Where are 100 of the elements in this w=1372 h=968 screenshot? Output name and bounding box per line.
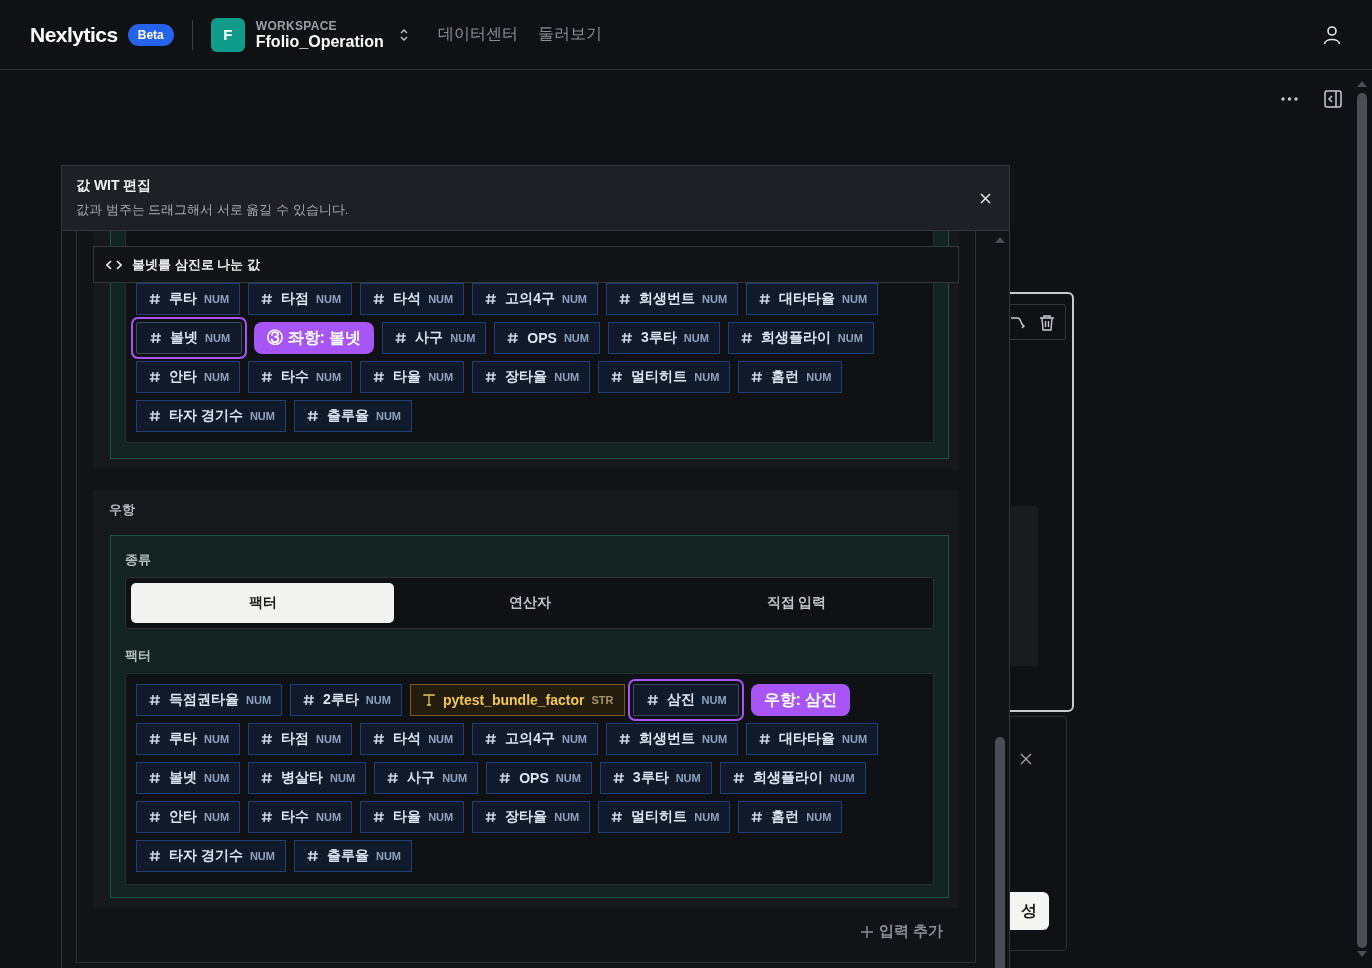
field-chip[interactable]: 멀티히트 NUM xyxy=(598,801,731,833)
beta-badge: Beta xyxy=(127,23,174,46)
hash-icon xyxy=(387,772,400,784)
hash-icon xyxy=(646,694,659,706)
field-chip[interactable]: 타율 NUM xyxy=(360,361,465,393)
nav-link[interactable]: 데이터센터 xyxy=(437,24,518,45)
field-chip[interactable]: 타석 NUM xyxy=(360,283,465,315)
field-chip[interactable]: 타석 NUM xyxy=(360,723,465,755)
field-chip[interactable]: 타점 NUM xyxy=(248,723,353,755)
field-chip[interactable]: 3루타 NUM xyxy=(599,762,712,794)
hash-icon xyxy=(611,371,624,383)
field-chip[interactable]: 장타율 NUM xyxy=(472,801,591,833)
field-chip[interactable]: 장타율 NUM xyxy=(472,361,591,393)
field-chip[interactable]: 고의4구 NUM xyxy=(472,283,599,315)
field-chip[interactable]: 볼넷 NUM xyxy=(136,762,241,794)
field-chip[interactable]: pytest_bundle_factor STR xyxy=(409,684,625,716)
field-chip[interactable]: 고의4구 NUM xyxy=(472,723,599,755)
hash-icon xyxy=(507,332,520,344)
field-chip[interactable]: 3루타 NUM xyxy=(608,322,720,354)
field-chip[interactable]: OPS NUM xyxy=(486,762,592,794)
hash-icon xyxy=(373,733,386,745)
field-chip[interactable]: 2루타 NUM xyxy=(290,684,402,716)
field-chip[interactable]: 대타타율 NUM xyxy=(746,283,879,315)
hash-icon xyxy=(499,772,512,784)
hash-icon xyxy=(485,293,498,305)
hash-icon xyxy=(373,371,386,383)
hash-icon xyxy=(149,694,161,706)
hash-icon xyxy=(485,733,498,745)
close-icon xyxy=(980,192,991,204)
hash-icon xyxy=(261,733,274,745)
dialog-title: 값 WIT 편집 xyxy=(76,177,153,195)
dialog-subtitle: 값과 범주는 드래그해서 서로 옮길 수 있습니다. xyxy=(76,201,350,219)
hash-icon xyxy=(149,811,161,823)
segment-tab[interactable]: 직접 입력 xyxy=(665,583,928,623)
hash-icon xyxy=(149,371,161,383)
selection-badge: 우항: 삼진 xyxy=(750,684,851,716)
field-chip[interactable]: 타점 NUM xyxy=(248,283,353,315)
field-chip[interactable]: 출루율 NUM xyxy=(293,400,412,432)
text-type-icon xyxy=(422,694,435,706)
field-chip[interactable]: 희생번트 NUM xyxy=(606,283,739,315)
field-chip[interactable]: 타수 NUM xyxy=(248,361,353,393)
hash-icon xyxy=(261,772,274,784)
hash-icon xyxy=(751,371,764,383)
field-chip[interactable]: 득점권타율 NUM xyxy=(136,684,283,716)
add-input-button[interactable]: 입력 추가 xyxy=(854,921,949,942)
hash-icon xyxy=(149,733,161,745)
field-chip[interactable]: 홈런 NUM xyxy=(738,801,843,833)
hash-icon xyxy=(373,811,386,823)
hash-icon xyxy=(759,293,772,305)
field-chip[interactable]: 타자 경기수 NUM xyxy=(136,840,286,872)
more-button[interactable] xyxy=(1281,97,1298,101)
hash-icon xyxy=(611,811,624,823)
field-chip[interactable]: OPS NUM xyxy=(494,322,600,354)
field-chip[interactable]: 삼진 NUM xyxy=(627,679,744,721)
field-chip[interactable]: 사구 NUM xyxy=(382,322,487,354)
hash-icon xyxy=(485,371,498,383)
plus-icon xyxy=(860,925,873,938)
field-chip[interactable]: 출루율 NUM xyxy=(293,840,412,872)
hash-icon xyxy=(395,332,408,344)
field-chip[interactable]: 희생플라이 NUM xyxy=(727,322,874,354)
field-chip[interactable]: 루타 NUM xyxy=(136,723,241,755)
field-chip[interactable]: 대타타율 NUM xyxy=(746,723,879,755)
close-icon xyxy=(1020,753,1032,765)
field-chip[interactable]: 희생번트 NUM xyxy=(606,723,739,755)
field-chip[interactable]: 안타 NUM xyxy=(136,361,241,393)
field-chip[interactable]: 타율 NUM xyxy=(360,801,465,833)
trash-icon xyxy=(1039,313,1055,331)
field-chip[interactable]: 희생플라이 NUM xyxy=(719,762,866,794)
hash-icon xyxy=(149,772,161,784)
segment-tab[interactable]: 연산자 xyxy=(398,583,661,623)
nav-link[interactable]: 둘러보기 xyxy=(537,24,602,45)
segment-tab[interactable]: 팩터 xyxy=(131,583,394,623)
brand-logo[interactable]: Nexlytics xyxy=(30,22,118,47)
hash-icon xyxy=(149,293,161,305)
field-chip[interactable]: 병살타 NUM xyxy=(248,762,367,794)
field-chip[interactable]: 타수 NUM xyxy=(248,801,353,833)
field-chip[interactable]: 홈런 NUM xyxy=(738,361,843,393)
hash-icon xyxy=(621,332,633,344)
hash-icon xyxy=(261,371,274,383)
field-chip[interactable]: 루타 NUM xyxy=(136,283,241,315)
more-icon xyxy=(1281,97,1298,101)
hash-icon xyxy=(751,811,764,823)
hash-icon xyxy=(303,694,316,706)
hash-icon xyxy=(306,850,319,862)
field-chip[interactable]: 안타 NUM xyxy=(136,801,241,833)
field-chip[interactable]: 멀티히트 NUM xyxy=(598,361,731,393)
field-chip[interactable]: 사구 NUM xyxy=(374,762,479,794)
hash-icon xyxy=(261,811,274,823)
field-label: 종류 xyxy=(125,551,152,569)
hash-icon xyxy=(261,293,274,305)
field-chip[interactable]: 타자 경기수 NUM xyxy=(136,400,286,432)
hash-icon xyxy=(619,293,632,305)
workspace-name[interactable]: Ffolio_Operation xyxy=(255,32,384,51)
hash-icon xyxy=(612,772,625,784)
hash-icon xyxy=(150,332,162,344)
panel-toggle-button[interactable] xyxy=(1324,90,1342,108)
field-chip[interactable]: 볼넷 NUM xyxy=(131,317,248,359)
hash-icon xyxy=(740,332,753,344)
hash-icon xyxy=(732,772,745,784)
hash-icon xyxy=(485,811,498,823)
